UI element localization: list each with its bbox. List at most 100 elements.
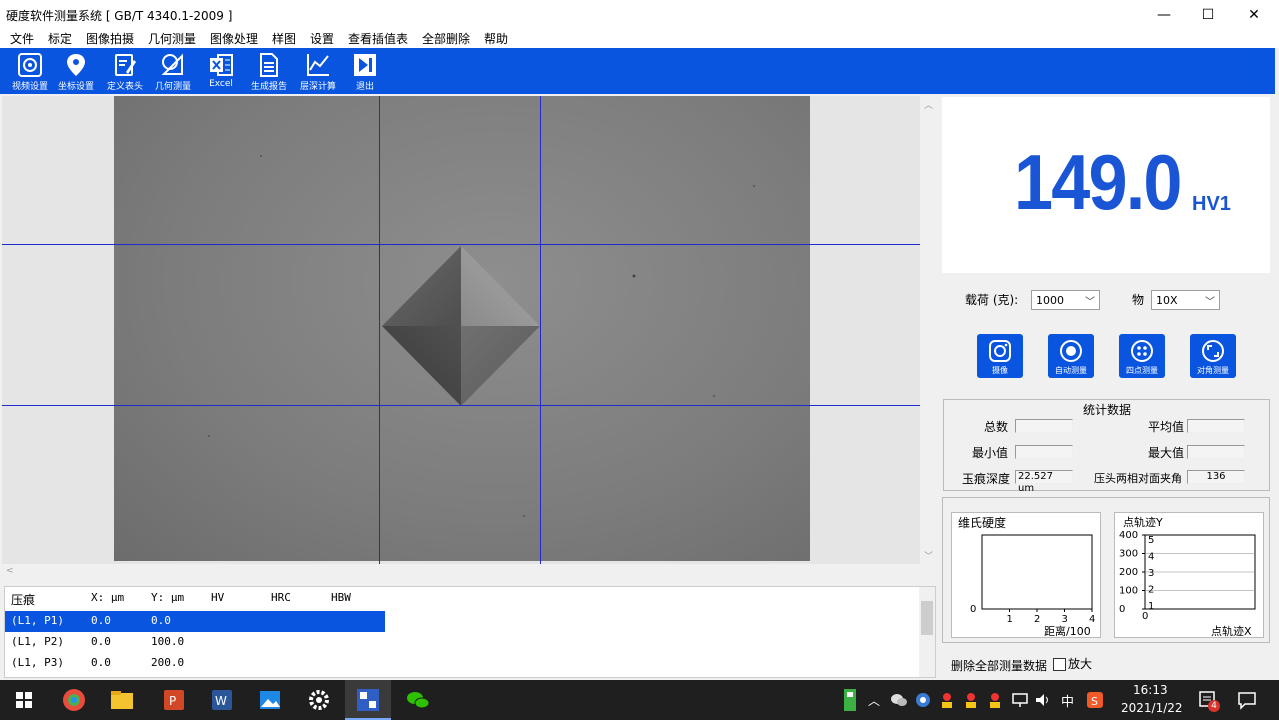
auto-measure-button[interactable]: 自动测量 xyxy=(1048,334,1094,378)
scroll-left-icon[interactable]: < xyxy=(6,566,14,576)
col-header-hbw: HBW xyxy=(331,591,351,604)
table-row[interactable]: (L1, P2) 0.0 100.0 xyxy=(5,632,385,653)
hardness-app-icon xyxy=(357,689,379,711)
exit-button[interactable]: 退出 xyxy=(343,52,387,94)
menu-image-processing[interactable]: 图像处理 xyxy=(210,30,258,47)
hardness-value: 149.0 xyxy=(1014,138,1182,226)
table-row[interactable]: (L1, P3) 0.0 200.0 xyxy=(5,653,385,674)
menu-samples[interactable]: 样图 xyxy=(272,30,296,47)
taskbar-active-app[interactable] xyxy=(345,680,391,720)
powerpoint-icon[interactable]: P xyxy=(160,686,188,714)
tray-person-icon-2[interactable] xyxy=(962,691,980,709)
x-tick-label: 0 xyxy=(1142,611,1148,622)
clock-time[interactable]: 16:13 xyxy=(1133,683,1168,697)
inner-tick-label: 5 xyxy=(1148,535,1154,546)
windows-start-icon[interactable] xyxy=(10,686,38,714)
sogou-input-icon[interactable]: S xyxy=(1086,691,1104,709)
word-icon[interactable]: W xyxy=(208,686,236,714)
x-tick-label: 2 xyxy=(1034,614,1040,625)
scroll-thumb[interactable] xyxy=(921,601,933,635)
camera-button[interactable]: 摄像 xyxy=(977,334,1023,378)
tray-wechat-icon[interactable] xyxy=(890,692,908,708)
tray-expand-icon[interactable]: ︿ xyxy=(868,692,880,709)
magnify-checkbox[interactable] xyxy=(1053,658,1066,671)
stats-max-value xyxy=(1187,445,1245,459)
stats-max-label: 最大值 xyxy=(1148,446,1185,460)
point-track-chart-plot: 0 100 200 300 400 1 2 3 4 5 0 xyxy=(1119,530,1256,622)
scroll-up-icon[interactable]: ︿ xyxy=(924,98,933,111)
inner-tick-label: 2 xyxy=(1148,585,1154,596)
table-scrollbar[interactable] xyxy=(919,587,935,677)
load-select-value: 1000 xyxy=(1036,294,1064,307)
toolbar-label: 视频设置 xyxy=(11,82,48,92)
horizontal-guide-line-bottom[interactable] xyxy=(2,405,920,406)
menu-interpolation-table[interactable]: 查看插值表 xyxy=(348,30,408,47)
y-tick-label: 0 xyxy=(970,604,976,615)
menu-capture[interactable]: 图像拍摄 xyxy=(86,30,134,47)
toolbar-label: 层深计算 xyxy=(299,82,336,92)
video-settings-icon xyxy=(18,53,42,77)
settings-gear-icon[interactable] xyxy=(305,686,333,714)
action-center-icon[interactable] xyxy=(1237,690,1257,710)
geometry-measure-button[interactable]: 几何测量 xyxy=(151,52,195,94)
browser-icon[interactable] xyxy=(60,686,88,714)
tray-person-icon[interactable] xyxy=(938,691,956,709)
delete-all-measurements-button[interactable]: 删除全部测量数据 xyxy=(951,657,1047,674)
table-row[interactable]: (L1, P1) 0.0 0.0 xyxy=(5,611,385,632)
define-header-button[interactable]: 定义表头 xyxy=(103,52,147,94)
close-button[interactable]: ✕ xyxy=(1231,0,1277,30)
menu-file[interactable]: 文件 xyxy=(10,30,34,47)
network-icon[interactable] xyxy=(1011,692,1029,708)
vertical-guide-line-left[interactable] xyxy=(379,96,380,564)
chart-xlabel: 点轨迹X xyxy=(1211,625,1252,638)
video-settings-button[interactable]: 视频设置 xyxy=(8,52,52,94)
toolbar-label: 定义表头 xyxy=(106,82,143,92)
stats-angle-label: 压头两相对面夹角 xyxy=(1094,472,1182,485)
stats-avg-label: 平均值 xyxy=(1148,420,1185,434)
coordinate-settings-button[interactable]: 坐标设置 xyxy=(54,52,98,94)
excel-button[interactable]: Excel xyxy=(199,52,243,94)
load-select[interactable]: 1000 ﹀ xyxy=(1031,290,1100,310)
photos-icon[interactable] xyxy=(256,686,284,714)
scroll-down-icon[interactable]: ﹀ xyxy=(924,549,933,562)
menu-settings[interactable]: 设置 xyxy=(310,30,334,47)
col-header-hv: HV xyxy=(211,591,225,604)
layer-depth-button[interactable]: 层深计算 xyxy=(296,52,340,94)
window-title: 硬度软件测量系统 [ GB/T 4340.1-2009 ] xyxy=(6,9,233,23)
menu-help[interactable]: 帮助 xyxy=(484,30,508,47)
usb-device-icon[interactable] xyxy=(836,686,864,714)
generate-report-button[interactable]: 生成报告 xyxy=(247,52,291,94)
minimize-button[interactable]: — xyxy=(1141,0,1187,30)
wechat-icon[interactable] xyxy=(404,686,432,714)
specimen-image xyxy=(114,96,810,561)
image-viewport[interactable] xyxy=(2,96,920,564)
cell-x: 0.0 xyxy=(91,656,111,669)
stats-title: 统计数据 xyxy=(1083,403,1132,417)
hardness-unit: HV1 xyxy=(1192,193,1231,215)
diagonal-measure-button[interactable]: 对角测量 xyxy=(1190,334,1236,378)
inner-tick-label: 1 xyxy=(1148,601,1154,612)
viewport-vertical-scrollbar[interactable]: ︿ ﹀ xyxy=(921,96,937,564)
tray-circle-icon[interactable] xyxy=(914,691,932,709)
tray-person-icon-3[interactable] xyxy=(986,691,1004,709)
menu-geometry[interactable]: 几何测量 xyxy=(148,30,196,47)
menu-delete-all[interactable]: 全部删除 xyxy=(422,30,470,47)
plot-area xyxy=(981,534,1093,610)
stats-total-label: 总数 xyxy=(984,420,1009,434)
vertical-guide-line-right[interactable] xyxy=(540,96,541,564)
diagonal-measure-icon xyxy=(1202,340,1224,362)
file-explorer-icon[interactable] xyxy=(108,686,136,714)
title-bar: 硬度软件测量系统 [ GB/T 4340.1-2009 ] — ☐ ✕ xyxy=(0,0,1279,30)
ime-indicator[interactable]: 中 xyxy=(1061,691,1074,710)
horizontal-guide-line-top[interactable] xyxy=(2,244,920,245)
cell-indent: (L1, P1) xyxy=(11,614,64,627)
menu-calibrate[interactable]: 标定 xyxy=(48,30,72,47)
objective-label: 物 xyxy=(1132,293,1145,307)
maximize-button[interactable]: ☐ xyxy=(1185,0,1231,30)
viewport-horizontal-scrollbar[interactable]: < xyxy=(2,564,937,581)
volume-icon[interactable] xyxy=(1034,692,1052,708)
objective-select[interactable]: 10X ﹀ xyxy=(1151,290,1220,310)
col-header-x: X: μm xyxy=(91,591,125,604)
clock-date[interactable]: 2021/1/22 xyxy=(1121,701,1183,715)
four-point-button[interactable]: 四点测量 xyxy=(1119,334,1165,378)
